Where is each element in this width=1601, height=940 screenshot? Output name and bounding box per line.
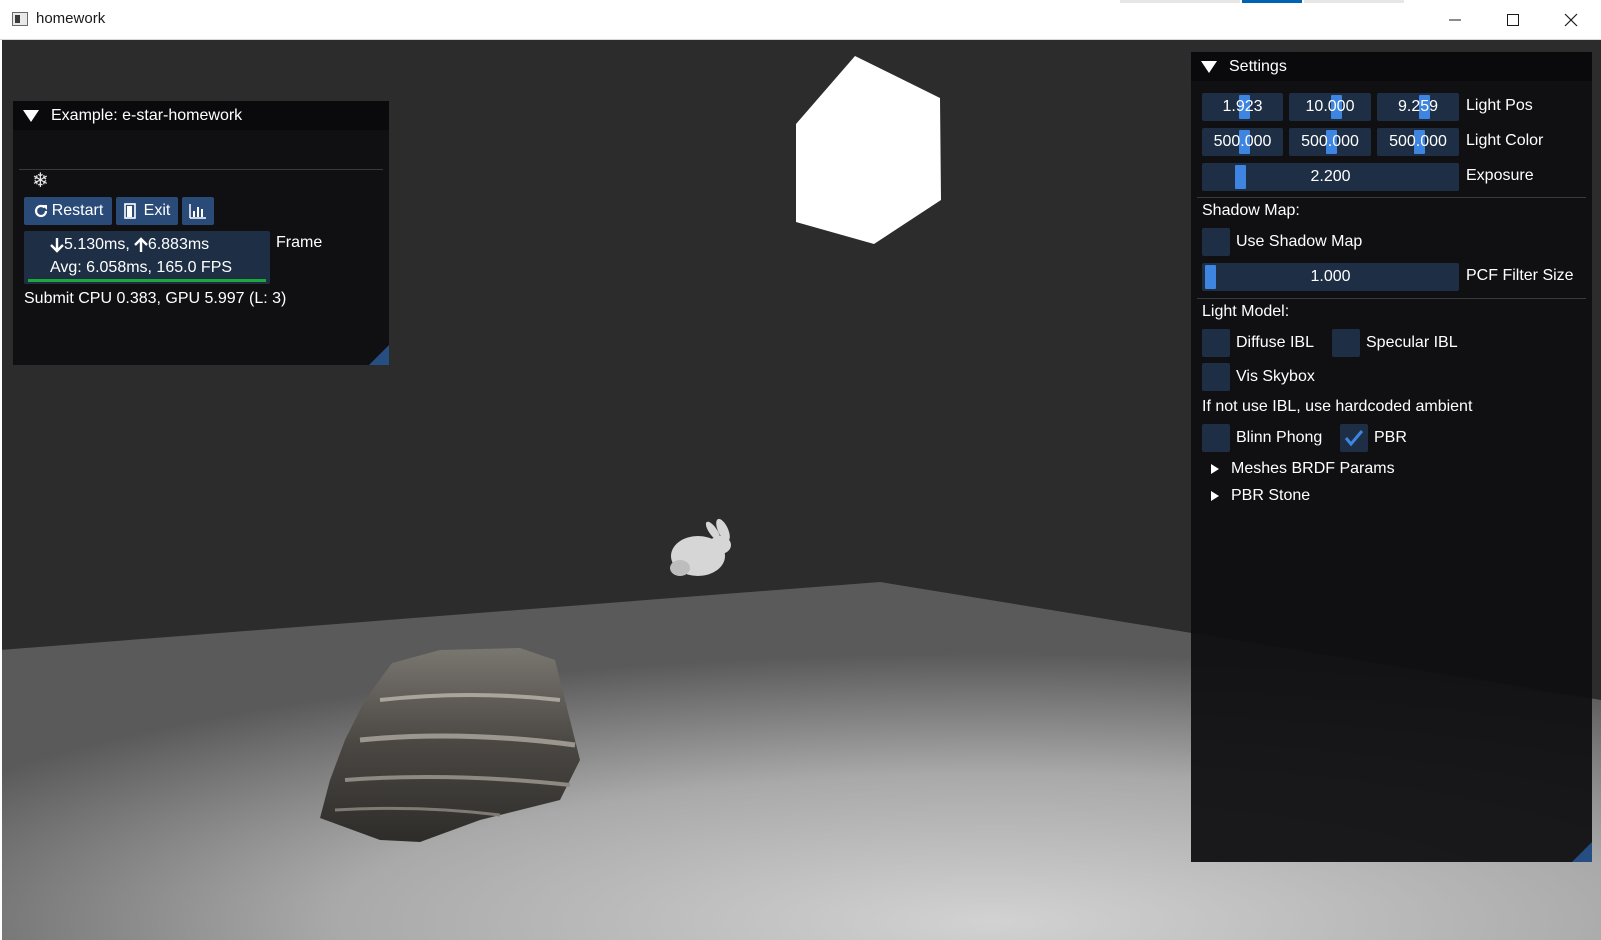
settings-panel[interactable]: Settings 1.923 10.000 9.259 Light Pos 50… <box>1191 52 1592 862</box>
arrow-up-icon <box>133 237 148 252</box>
restart-button[interactable]: Restart <box>24 197 112 225</box>
pcf-filter-size-slider[interactable]: 1.000 <box>1202 263 1459 291</box>
light-color-g-slider[interactable]: 500.000 <box>1289 128 1371 156</box>
separator <box>19 169 383 170</box>
restart-label: Restart <box>51 202 104 219</box>
light-color-g-value: 500.000 <box>1301 133 1359 150</box>
light-pos-y-slider[interactable]: 10.000 <box>1289 93 1371 121</box>
app-icon <box>12 12 28 26</box>
pcf-filter-size-label: PCF Filter Size <box>1466 267 1574 284</box>
maximize-icon <box>1507 13 1519 26</box>
stats-button[interactable] <box>182 197 214 225</box>
light-color-b-value: 500.000 <box>1389 133 1447 150</box>
frame-label: Frame <box>276 234 323 251</box>
use-shadow-map-label: Use Shadow Map <box>1236 233 1363 250</box>
ibl-note: If not use IBL, use hardcoded ambient <box>1202 398 1473 415</box>
vis-skybox-checkbox[interactable] <box>1202 363 1230 391</box>
light-pos-label: Light Pos <box>1466 97 1533 114</box>
light-model-heading: Light Model: <box>1202 303 1290 320</box>
light-pos-x-value: 1.923 <box>1222 98 1263 115</box>
light-pos-x-slider[interactable]: 1.923 <box>1202 93 1283 121</box>
resize-grip[interactable] <box>369 345 389 365</box>
pbr-stone-tree-node[interactable]: PBR Stone <box>1211 487 1310 505</box>
blinn-phong-checkbox[interactable] <box>1202 424 1230 452</box>
viewport-left-edge <box>0 40 2 940</box>
frame-time-up: 6.883ms <box>147 236 210 253</box>
snowflake-icon[interactable]: ❄ <box>32 168 49 193</box>
specular-ibl-checkbox[interactable] <box>1332 329 1360 357</box>
frame-time-widget[interactable]: 5.130ms, 6.883ms Avg: 6.058ms, 165.0 FPS <box>24 231 270 284</box>
light-pos-z-slider[interactable]: 9.259 <box>1377 93 1459 121</box>
arrow-down-icon <box>50 238 64 253</box>
exposure-value: 2.200 <box>1310 168 1351 185</box>
light-pos-y-value: 10.000 <box>1305 98 1355 115</box>
window-title: homework <box>36 10 106 27</box>
light-color-r-value: 500.000 <box>1213 133 1272 150</box>
separator <box>1197 298 1586 299</box>
maximize-button[interactable] <box>1484 0 1542 39</box>
title-accent-strip-2 <box>1304 0 1404 3</box>
example-panel-header[interactable]: Example: e-star-homework <box>13 101 389 130</box>
expand-arrow-icon <box>1211 491 1219 501</box>
meshes-brdf-params-label: Meshes BRDF Params <box>1231 460 1395 477</box>
light-color-label: Light Color <box>1466 132 1544 149</box>
settings-panel-header[interactable]: Settings <box>1191 52 1592 81</box>
window-title-bar[interactable]: homework <box>0 0 1601 40</box>
fps-bar <box>28 279 266 282</box>
exit-button[interactable]: Exit <box>116 197 178 225</box>
title-accent-strip-blue <box>1242 0 1302 3</box>
close-icon <box>1564 13 1578 26</box>
resize-grip[interactable] <box>1572 842 1592 862</box>
exit-label: Exit <box>143 202 171 219</box>
light-pos-z-value: 9.259 <box>1397 98 1439 115</box>
collapse-arrow-icon[interactable] <box>23 109 39 122</box>
pcf-filter-size-value: 1.000 <box>1310 268 1351 285</box>
minimize-icon <box>1449 19 1461 20</box>
pbr-checkbox[interactable] <box>1340 424 1368 452</box>
example-panel-title: Example: e-star-homework <box>51 106 243 124</box>
light-color-r-slider[interactable]: 500.000 <box>1202 128 1283 156</box>
separator <box>1197 197 1586 198</box>
use-shadow-map-checkbox[interactable] <box>1202 228 1230 256</box>
exposure-label: Exposure <box>1466 167 1534 184</box>
meshes-brdf-params-tree-node[interactable]: Meshes BRDF Params <box>1211 460 1395 478</box>
restart-icon <box>34 204 47 218</box>
bar-chart-icon <box>189 204 206 219</box>
minimize-button[interactable] <box>1426 0 1484 39</box>
diffuse-ibl-checkbox[interactable] <box>1202 329 1230 357</box>
diffuse-ibl-label: Diffuse IBL <box>1236 334 1314 351</box>
settings-panel-title: Settings <box>1229 57 1287 75</box>
shadow-map-heading: Shadow Map: <box>1202 202 1300 219</box>
frame-time-line: 5.130ms, 6.883ms <box>50 236 209 254</box>
title-accent-strip <box>1120 0 1240 3</box>
blinn-phong-label: Blinn Phong <box>1236 429 1323 446</box>
pbr-label: PBR <box>1374 429 1407 446</box>
light-color-b-slider[interactable]: 500.000 <box>1377 128 1459 156</box>
pbr-stone-label: PBR Stone <box>1231 487 1311 504</box>
expand-arrow-icon <box>1211 464 1219 474</box>
submit-stats: Submit CPU 0.383, GPU 5.997 (L: 3) <box>24 290 287 307</box>
collapse-arrow-icon[interactable] <box>1201 60 1217 73</box>
frame-time-down: 5.130ms, <box>64 236 130 253</box>
checkmark-icon <box>1344 430 1364 447</box>
avg-fps-line: Avg: 6.058ms, 165.0 FPS <box>50 259 233 276</box>
close-button[interactable] <box>1542 0 1600 39</box>
vis-skybox-label: Vis Skybox <box>1236 368 1315 385</box>
specular-ibl-label: Specular IBL <box>1366 334 1458 351</box>
exit-icon <box>123 203 136 219</box>
exposure-slider[interactable]: 2.200 <box>1202 163 1459 191</box>
example-panel[interactable]: Example: e-star-homework ❄ Restart Exit … <box>13 101 389 365</box>
